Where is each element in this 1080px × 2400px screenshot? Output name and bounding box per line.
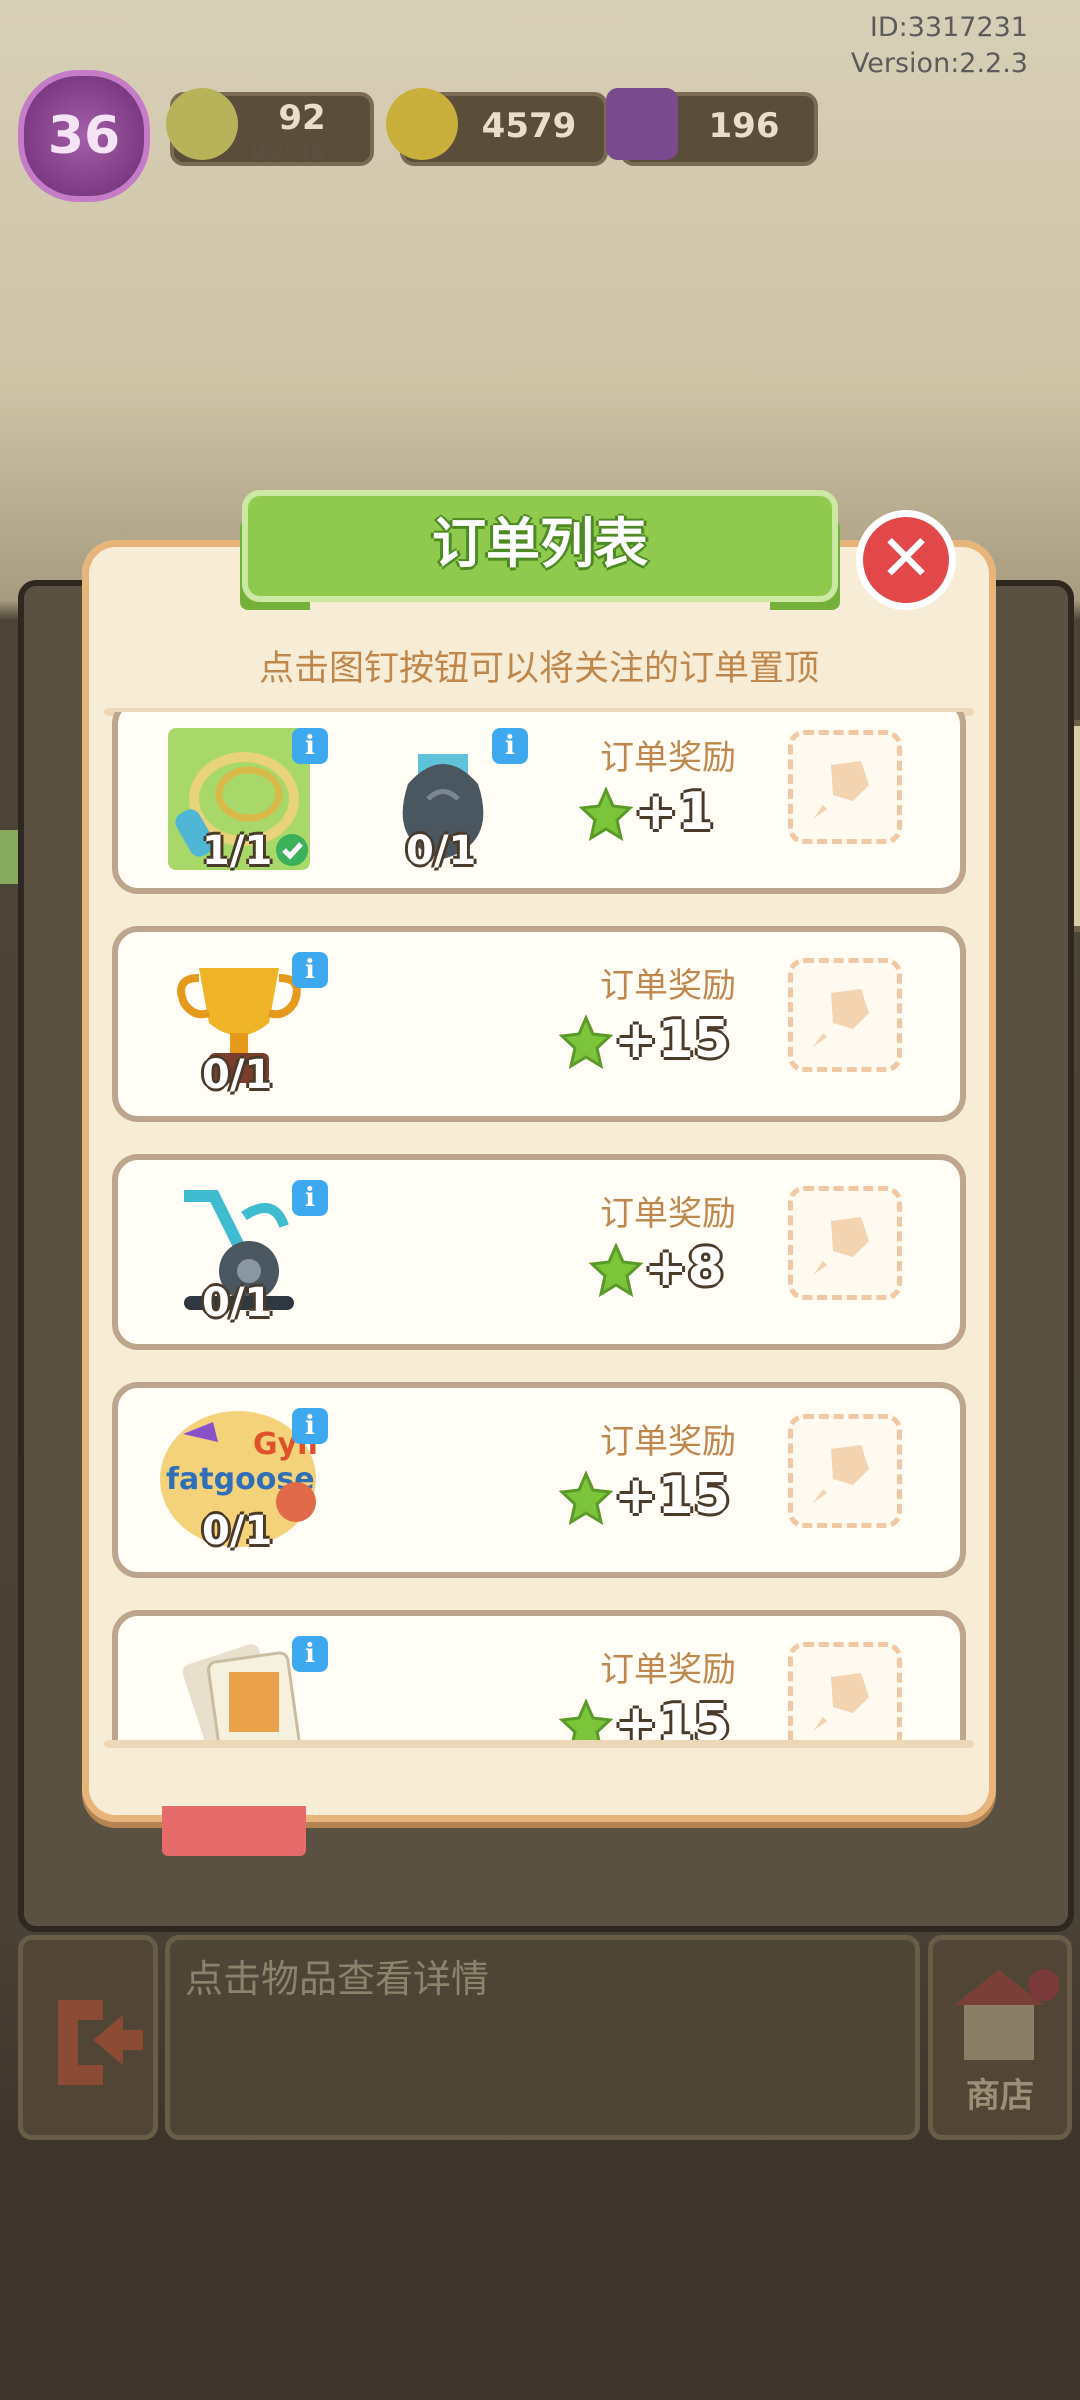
star-icon xyxy=(558,1470,614,1526)
reward-value: +15 xyxy=(614,1010,730,1070)
pin-button[interactable] xyxy=(788,958,902,1072)
order-item[interactable]: Gym fatgoose 0/1 xyxy=(158,1404,328,1554)
pin-icon xyxy=(813,761,869,819)
shop-label: 商店 xyxy=(966,2076,1034,2116)
list-bottom-edge xyxy=(104,1740,974,1748)
gem-value: 196 xyxy=(708,106,780,146)
shop-icon xyxy=(954,1969,1059,2060)
reward-value: +15 xyxy=(614,1466,730,1526)
order-list[interactable]: 1/1 i 0/1 i 订单奖励 +1 0/1 i 订单奖励 +15 0/1 i… xyxy=(104,712,974,1744)
order-card: Gym fatgoose 0/1 i 订单奖励 +15 xyxy=(112,1382,966,1578)
pin-icon xyxy=(813,1217,869,1275)
exit-button[interactable] xyxy=(18,1935,158,2140)
pin-icon xyxy=(813,1445,869,1503)
reward-label: 订单奖励 xyxy=(600,1650,736,1690)
info-icon[interactable]: i xyxy=(292,1636,328,1672)
reward-amount: +15 xyxy=(558,1694,738,1744)
coin-icon xyxy=(386,88,458,160)
star-icon xyxy=(558,1014,614,1070)
info-icon[interactable]: i xyxy=(292,1408,328,1444)
pin-button[interactable] xyxy=(788,1414,902,1528)
exit-icon xyxy=(58,2000,143,2085)
shop-button[interactable]: 商店 xyxy=(928,1935,1072,2140)
reward-value: +15 xyxy=(614,1694,730,1744)
reward-label: 订单奖励 xyxy=(600,1194,736,1234)
pin-icon xyxy=(813,1673,869,1731)
item-info-placeholder: 点击物品查看详情 xyxy=(185,1957,490,2001)
pin-icon xyxy=(813,989,869,1047)
info-icon[interactable]: i xyxy=(292,728,328,764)
order-card: 0/1 i 订单奖励 +8 xyxy=(112,1154,966,1350)
pin-button[interactable] xyxy=(788,730,902,844)
close-icon: ✕ xyxy=(879,522,933,596)
player-id: ID:3317231 xyxy=(869,12,1028,43)
gem-icon xyxy=(606,88,678,160)
reward-label: 订单奖励 xyxy=(600,966,736,1006)
reward-label: 订单奖励 xyxy=(600,1422,736,1462)
pin-button[interactable] xyxy=(788,1186,902,1300)
order-card: 1/1 i 0/1 i 订单奖励 +1 xyxy=(112,712,966,894)
dialog-title: 订单列表 xyxy=(432,512,648,575)
reward-amount: +1 xyxy=(578,782,758,846)
lightning-icon xyxy=(166,88,238,160)
top-hud: ID:3317231 Version:2.2.3 36 92 00:36 457… xyxy=(0,0,1080,202)
star-icon xyxy=(588,1242,644,1298)
close-button[interactable]: ✕ xyxy=(856,510,956,610)
star-icon xyxy=(578,786,634,842)
item-count: 0/1 xyxy=(202,1508,273,1554)
coin-value: 4579 xyxy=(481,106,577,146)
pin-hint: 点击图钉按钮可以将关注的订单置顶 xyxy=(258,649,819,689)
info-icon[interactable]: i xyxy=(292,952,328,988)
bookmark-ribbon xyxy=(162,1806,306,1856)
player-id-version: ID:3317231 Version:2.2.3 xyxy=(851,10,1028,82)
item-count: 0/1 xyxy=(406,828,477,874)
info-icon[interactable]: i xyxy=(292,1180,328,1216)
version-label: Version:2.2.3 xyxy=(850,48,1028,79)
info-icon[interactable]: i xyxy=(492,728,528,764)
pin-button[interactable] xyxy=(788,1642,902,1744)
reward-label: 订单奖励 xyxy=(600,738,736,778)
order-card: 0/1 i 订单奖励 +15 xyxy=(112,926,966,1122)
item-count: 0/1 xyxy=(202,1280,273,1326)
star-icon xyxy=(558,1698,614,1744)
reward-amount: +8 xyxy=(588,1238,768,1302)
reward-value: +1 xyxy=(634,782,714,842)
item-count: 1/1 xyxy=(202,828,273,874)
level-badge[interactable]: 36 xyxy=(18,70,150,202)
item-count: 0/1 xyxy=(202,1052,273,1098)
reward-value: +8 xyxy=(644,1238,724,1298)
reward-amount: +15 xyxy=(558,1010,738,1074)
order-card: i 订单奖励 +15 xyxy=(112,1610,966,1744)
reward-amount: +15 xyxy=(558,1466,738,1530)
energy-timer: 00:36 xyxy=(250,138,327,166)
